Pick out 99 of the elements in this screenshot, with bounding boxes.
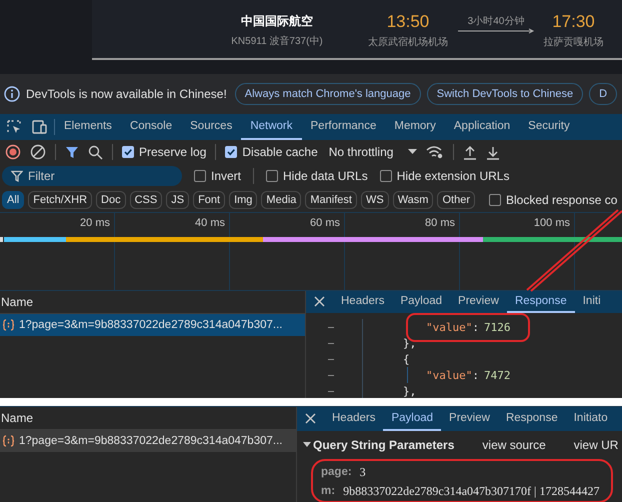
device-toolbar-icon[interactable] xyxy=(30,119,48,135)
panel-tab[interactable]: Console xyxy=(120,114,182,140)
panel-tab[interactable]: Network xyxy=(241,114,302,140)
code-text: : xyxy=(472,368,479,382)
param-key: page: xyxy=(321,466,352,478)
json-value: 7126 xyxy=(484,320,510,334)
request-row[interactable]: 1?page=3&m=9b88337022de2789c314a047b307... xyxy=(0,430,296,452)
param-value: 3 xyxy=(360,464,366,480)
close-icon xyxy=(314,296,325,306)
json-file-icon xyxy=(2,319,15,331)
network-conditions-icon[interactable] xyxy=(426,145,444,159)
caret-icon xyxy=(408,149,418,155)
upload-icon[interactable] xyxy=(463,144,478,160)
filter-field[interactable]: Filter xyxy=(2,166,182,186)
panel-tab[interactable]: Security xyxy=(519,114,579,140)
close-icon xyxy=(305,412,316,424)
json-value: 7472 xyxy=(484,368,510,382)
checkbox[interactable] xyxy=(194,170,206,182)
code-text: : xyxy=(472,320,479,334)
line-marker xyxy=(328,390,334,392)
time-tick-label: 20 ms xyxy=(80,217,110,229)
time-tick-label: 40 ms xyxy=(195,217,225,229)
code-text: }, xyxy=(403,384,416,398)
param-key: m: xyxy=(321,485,336,497)
type-filter-chip[interactable]: WS xyxy=(360,191,389,209)
time-tick-label: 100 ms xyxy=(534,217,570,229)
flight-number: KN5911 波音737(中) xyxy=(231,34,323,48)
detail-tab[interactable]: Payload xyxy=(392,291,450,313)
line-marker xyxy=(328,326,334,328)
type-filter-chip[interactable]: Manifest xyxy=(305,191,357,209)
type-filter-chip[interactable]: Wasm xyxy=(392,191,434,209)
code-text: { xyxy=(403,352,410,366)
info-icon xyxy=(4,86,20,102)
type-filter-chip[interactable]: Img xyxy=(229,191,258,209)
type-filter-chip[interactable]: Fetch/XHR xyxy=(28,191,92,209)
language-button[interactable]: D xyxy=(589,83,618,105)
param-value: 9b88337022de2789c314a047b307170f | 1728544427 xyxy=(343,484,600,498)
panel-tab[interactable]: Application xyxy=(444,114,520,140)
record-icon[interactable] xyxy=(5,144,21,160)
language-button[interactable]: Switch DevTools to Chinese xyxy=(426,83,584,105)
download-icon[interactable] xyxy=(486,144,500,160)
json-key: "value" xyxy=(426,320,472,334)
checkbox-label: Hide extension URLs xyxy=(396,169,510,183)
line-marker xyxy=(328,358,334,360)
checkbox-label: Blocked response co xyxy=(506,193,618,207)
detail-tab[interactable]: Initiato xyxy=(566,407,616,431)
filter-icon xyxy=(11,170,23,182)
arrival-time: 17:30 xyxy=(552,13,595,31)
checkbox-label: Disable cache xyxy=(242,145,318,159)
checkbox-label: Invert xyxy=(211,169,242,183)
checkbox[interactable] xyxy=(488,194,501,206)
view-link[interactable]: view UR xyxy=(574,438,618,452)
clear-icon[interactable] xyxy=(30,144,46,160)
type-filter-chip[interactable]: All xyxy=(2,191,24,209)
panel-tab[interactable]: Sources xyxy=(181,114,242,140)
type-filter-chip[interactable]: Media xyxy=(261,191,302,209)
search-icon[interactable] xyxy=(88,144,103,160)
filter-icon[interactable] xyxy=(65,145,79,159)
departure-time: 13:50 xyxy=(386,13,430,31)
arrival-airport: 拉萨贡嘎机场 xyxy=(544,36,604,49)
time-tick-label: 80 ms xyxy=(425,217,455,229)
checkbox[interactable] xyxy=(122,146,134,158)
info-message: DevTools is now available in Chinese! xyxy=(26,87,227,101)
inspect-icon[interactable] xyxy=(6,119,22,135)
detail-tab[interactable]: Preview xyxy=(441,407,498,431)
detail-tab[interactable]: Preview xyxy=(450,291,507,313)
language-button[interactable]: Always match Chrome's language xyxy=(234,83,421,105)
panel-tab[interactable]: Elements xyxy=(55,114,121,140)
checkbox-label: Preserve log xyxy=(139,145,206,159)
flight-duration: 3小时40分钟 xyxy=(468,14,524,28)
request-row[interactable]: 1?page=3&m=9b88337022de2789c314a047b307... xyxy=(0,314,305,336)
view-link[interactable]: view source xyxy=(482,438,546,452)
throttling-dropdown[interactable]: No throttling xyxy=(328,145,418,159)
panel-tab[interactable]: Performance xyxy=(302,114,386,140)
json-file-icon xyxy=(2,435,15,447)
detail-tab[interactable]: Response xyxy=(498,407,566,431)
detail-tab[interactable]: Headers xyxy=(324,407,384,431)
type-filter-chip[interactable]: Other xyxy=(437,191,475,209)
code-text: }, xyxy=(403,336,416,350)
checkbox-label: Hide data URLs xyxy=(283,169,368,183)
checkbox[interactable] xyxy=(225,146,238,158)
detail-tab[interactable]: Headers xyxy=(333,291,392,313)
type-filter-chip[interactable]: Doc xyxy=(96,191,126,209)
type-filter-chip[interactable]: CSS xyxy=(130,191,162,209)
type-filter-chip[interactable]: Font xyxy=(193,191,226,209)
time-tick-label: 60 ms xyxy=(310,217,340,229)
checkbox[interactable] xyxy=(380,170,392,182)
panel-tab[interactable]: Memory xyxy=(385,114,445,140)
section-toggle[interactable]: Query String Parameters xyxy=(303,437,454,453)
caret-icon xyxy=(303,442,311,448)
line-marker xyxy=(328,374,334,376)
checkbox[interactable] xyxy=(266,170,278,182)
json-key: "value" xyxy=(426,368,472,382)
type-filter-chip[interactable]: JS xyxy=(166,191,190,209)
detail-tab[interactable]: Initi xyxy=(574,291,609,313)
arrow-line-icon xyxy=(457,28,535,34)
line-marker xyxy=(328,342,334,344)
airline-name: 中国国际航空 xyxy=(241,13,313,30)
departure-airport: 太原武宿机场机场 xyxy=(368,36,448,49)
